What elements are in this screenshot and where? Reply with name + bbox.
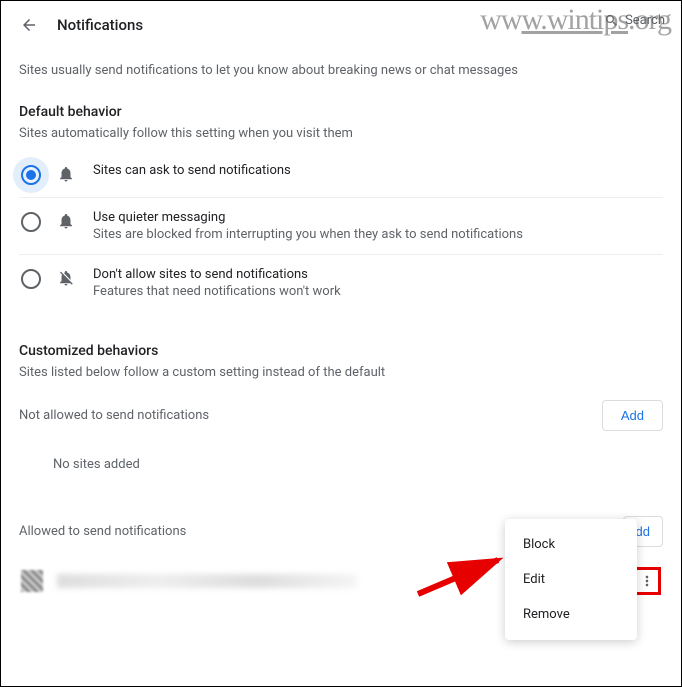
- default-behavior-title: Default behavior: [19, 104, 663, 120]
- search-placeholder: Search: [625, 13, 665, 28]
- radio-label: Use quieter messaging: [93, 210, 661, 225]
- default-behavior-desc: Sites automatically follow this setting …: [19, 126, 663, 141]
- blocked-empty-message: No sites added: [19, 441, 663, 480]
- search-settings[interactable]: Search: [604, 13, 665, 28]
- more-vert-icon: [639, 573, 655, 589]
- add-blocked-button[interactable]: Add: [602, 400, 663, 431]
- bell-icon: [57, 165, 77, 183]
- context-menu: Block Edit Remove: [505, 519, 637, 640]
- radio-option-block[interactable]: Don't allow sites to send notifications …: [19, 255, 663, 311]
- custom-behaviors-title: Customized behaviors: [19, 343, 663, 359]
- search-icon: [604, 13, 619, 28]
- blocked-list-title: Not allowed to send notifications: [19, 408, 209, 423]
- radio-sublabel: Features that need notifications won't w…: [93, 284, 661, 299]
- menu-item-edit[interactable]: Edit: [505, 562, 637, 597]
- site-favicon: [21, 570, 43, 592]
- radio-button[interactable]: [21, 269, 41, 289]
- blocked-list-header: Not allowed to send notifications Add: [19, 400, 663, 431]
- more-actions-button[interactable]: [633, 567, 661, 595]
- intro-text: Sites usually send notifications to let …: [19, 63, 663, 78]
- menu-item-block[interactable]: Block: [505, 527, 637, 562]
- radio-button-selected[interactable]: [21, 165, 41, 185]
- radio-button[interactable]: [21, 212, 41, 232]
- site-url-blurred: [57, 574, 357, 588]
- allowed-list-title: Allowed to send notifications: [19, 524, 186, 539]
- radio-option-ask[interactable]: Sites can ask to send notifications: [19, 151, 663, 198]
- radio-sublabel: Sites are blocked from interrupting you …: [93, 227, 661, 242]
- radio-option-quieter[interactable]: Use quieter messaging Sites are blocked …: [19, 198, 663, 255]
- custom-behaviors-desc: Sites listed below follow a custom setti…: [19, 365, 663, 380]
- arrow-back-icon: [20, 16, 38, 34]
- menu-item-remove[interactable]: Remove: [505, 597, 637, 632]
- bell-off-icon: [57, 269, 77, 287]
- radio-label: Don't allow sites to send notifications: [93, 267, 661, 282]
- bell-icon: [57, 212, 77, 230]
- back-button[interactable]: [19, 15, 39, 35]
- page-header: Notifications Search: [1, 1, 681, 45]
- radio-label: Sites can ask to send notifications: [93, 163, 661, 178]
- page-title: Notifications: [57, 16, 143, 34]
